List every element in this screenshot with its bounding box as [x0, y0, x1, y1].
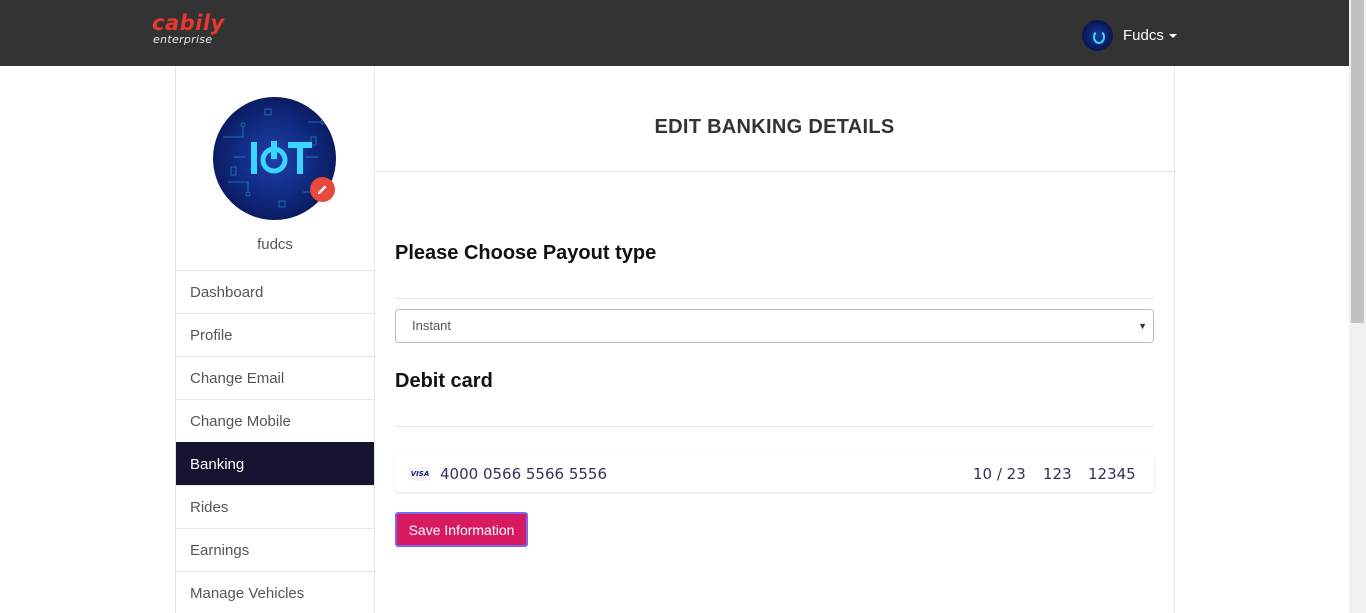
profile-avatar: [213, 97, 336, 220]
payout-select-value: Instant: [412, 318, 452, 333]
sidebar-item-change-email[interactable]: Change Email: [176, 356, 374, 399]
card-expiry-field[interactable]: 10 / 23: [973, 465, 1026, 483]
page-title: EDIT BANKING DETAILS: [654, 116, 895, 138]
divider: [395, 298, 1154, 299]
card-cvc-field[interactable]: 123: [1043, 465, 1072, 483]
card-input[interactable]: VISA 4000 0566 5566 5556 10 / 23 123 123…: [395, 455, 1154, 492]
main-panel: EDIT BANKING DETAILS Please Choose Payou…: [375, 66, 1175, 613]
cabily-logo[interactable]: cabily enterprise: [152, 12, 242, 48]
payout-type-select[interactable]: Instant ▼: [395, 309, 1154, 343]
debit-card-heading: Debit card: [395, 370, 493, 392]
user-avatar[interactable]: [1082, 19, 1113, 51]
logo-main-text: cabily: [152, 11, 225, 35]
save-information-button[interactable]: Save Information: [395, 512, 528, 547]
card-zip-field[interactable]: 12345: [1088, 465, 1136, 483]
edit-photo-button[interactable]: [310, 177, 335, 202]
iot-avatar-image: [223, 108, 328, 208]
dropdown-arrow-icon: ▼: [1138, 321, 1147, 331]
sidebar: fudcs Dashboard Profile Change Email Cha…: [175, 66, 375, 613]
payout-heading: Please Choose Payout type: [395, 242, 657, 264]
logo-sub-text: enterprise: [153, 33, 213, 46]
sidebar-item-dashboard[interactable]: Dashboard: [176, 270, 374, 313]
main-header: EDIT BANKING DETAILS: [375, 66, 1174, 172]
caret-down-icon[interactable]: [1168, 34, 1177, 38]
visa-card-icon: VISA: [409, 466, 431, 481]
card-number-field[interactable]: 4000 0566 5566 5556: [440, 465, 607, 483]
sidebar-item-change-mobile[interactable]: Change Mobile: [176, 399, 374, 442]
divider: [395, 426, 1154, 427]
sidebar-item-profile[interactable]: Profile: [176, 313, 374, 356]
sidebar-nav: Dashboard Profile Change Email Change Mo…: [176, 270, 374, 613]
scrollbar-thumb[interactable]: [1351, 0, 1364, 323]
sidebar-item-earnings[interactable]: Earnings: [176, 528, 374, 571]
user-name[interactable]: Fudcs: [1123, 27, 1164, 44]
sidebar-item-rides[interactable]: Rides: [176, 485, 374, 528]
sidebar-item-banking[interactable]: Banking: [176, 442, 374, 485]
top-navbar: cabily enterprise Fudcs: [0, 0, 1349, 66]
profile-username: fudcs: [257, 236, 293, 253]
user-menu-dropdown[interactable]: Fudcs: [1082, 19, 1177, 51]
page-scrollbar[interactable]: [1349, 0, 1366, 613]
sidebar-item-manage-vehicles[interactable]: Manage Vehicles: [176, 571, 374, 613]
pencil-icon: [317, 185, 327, 195]
